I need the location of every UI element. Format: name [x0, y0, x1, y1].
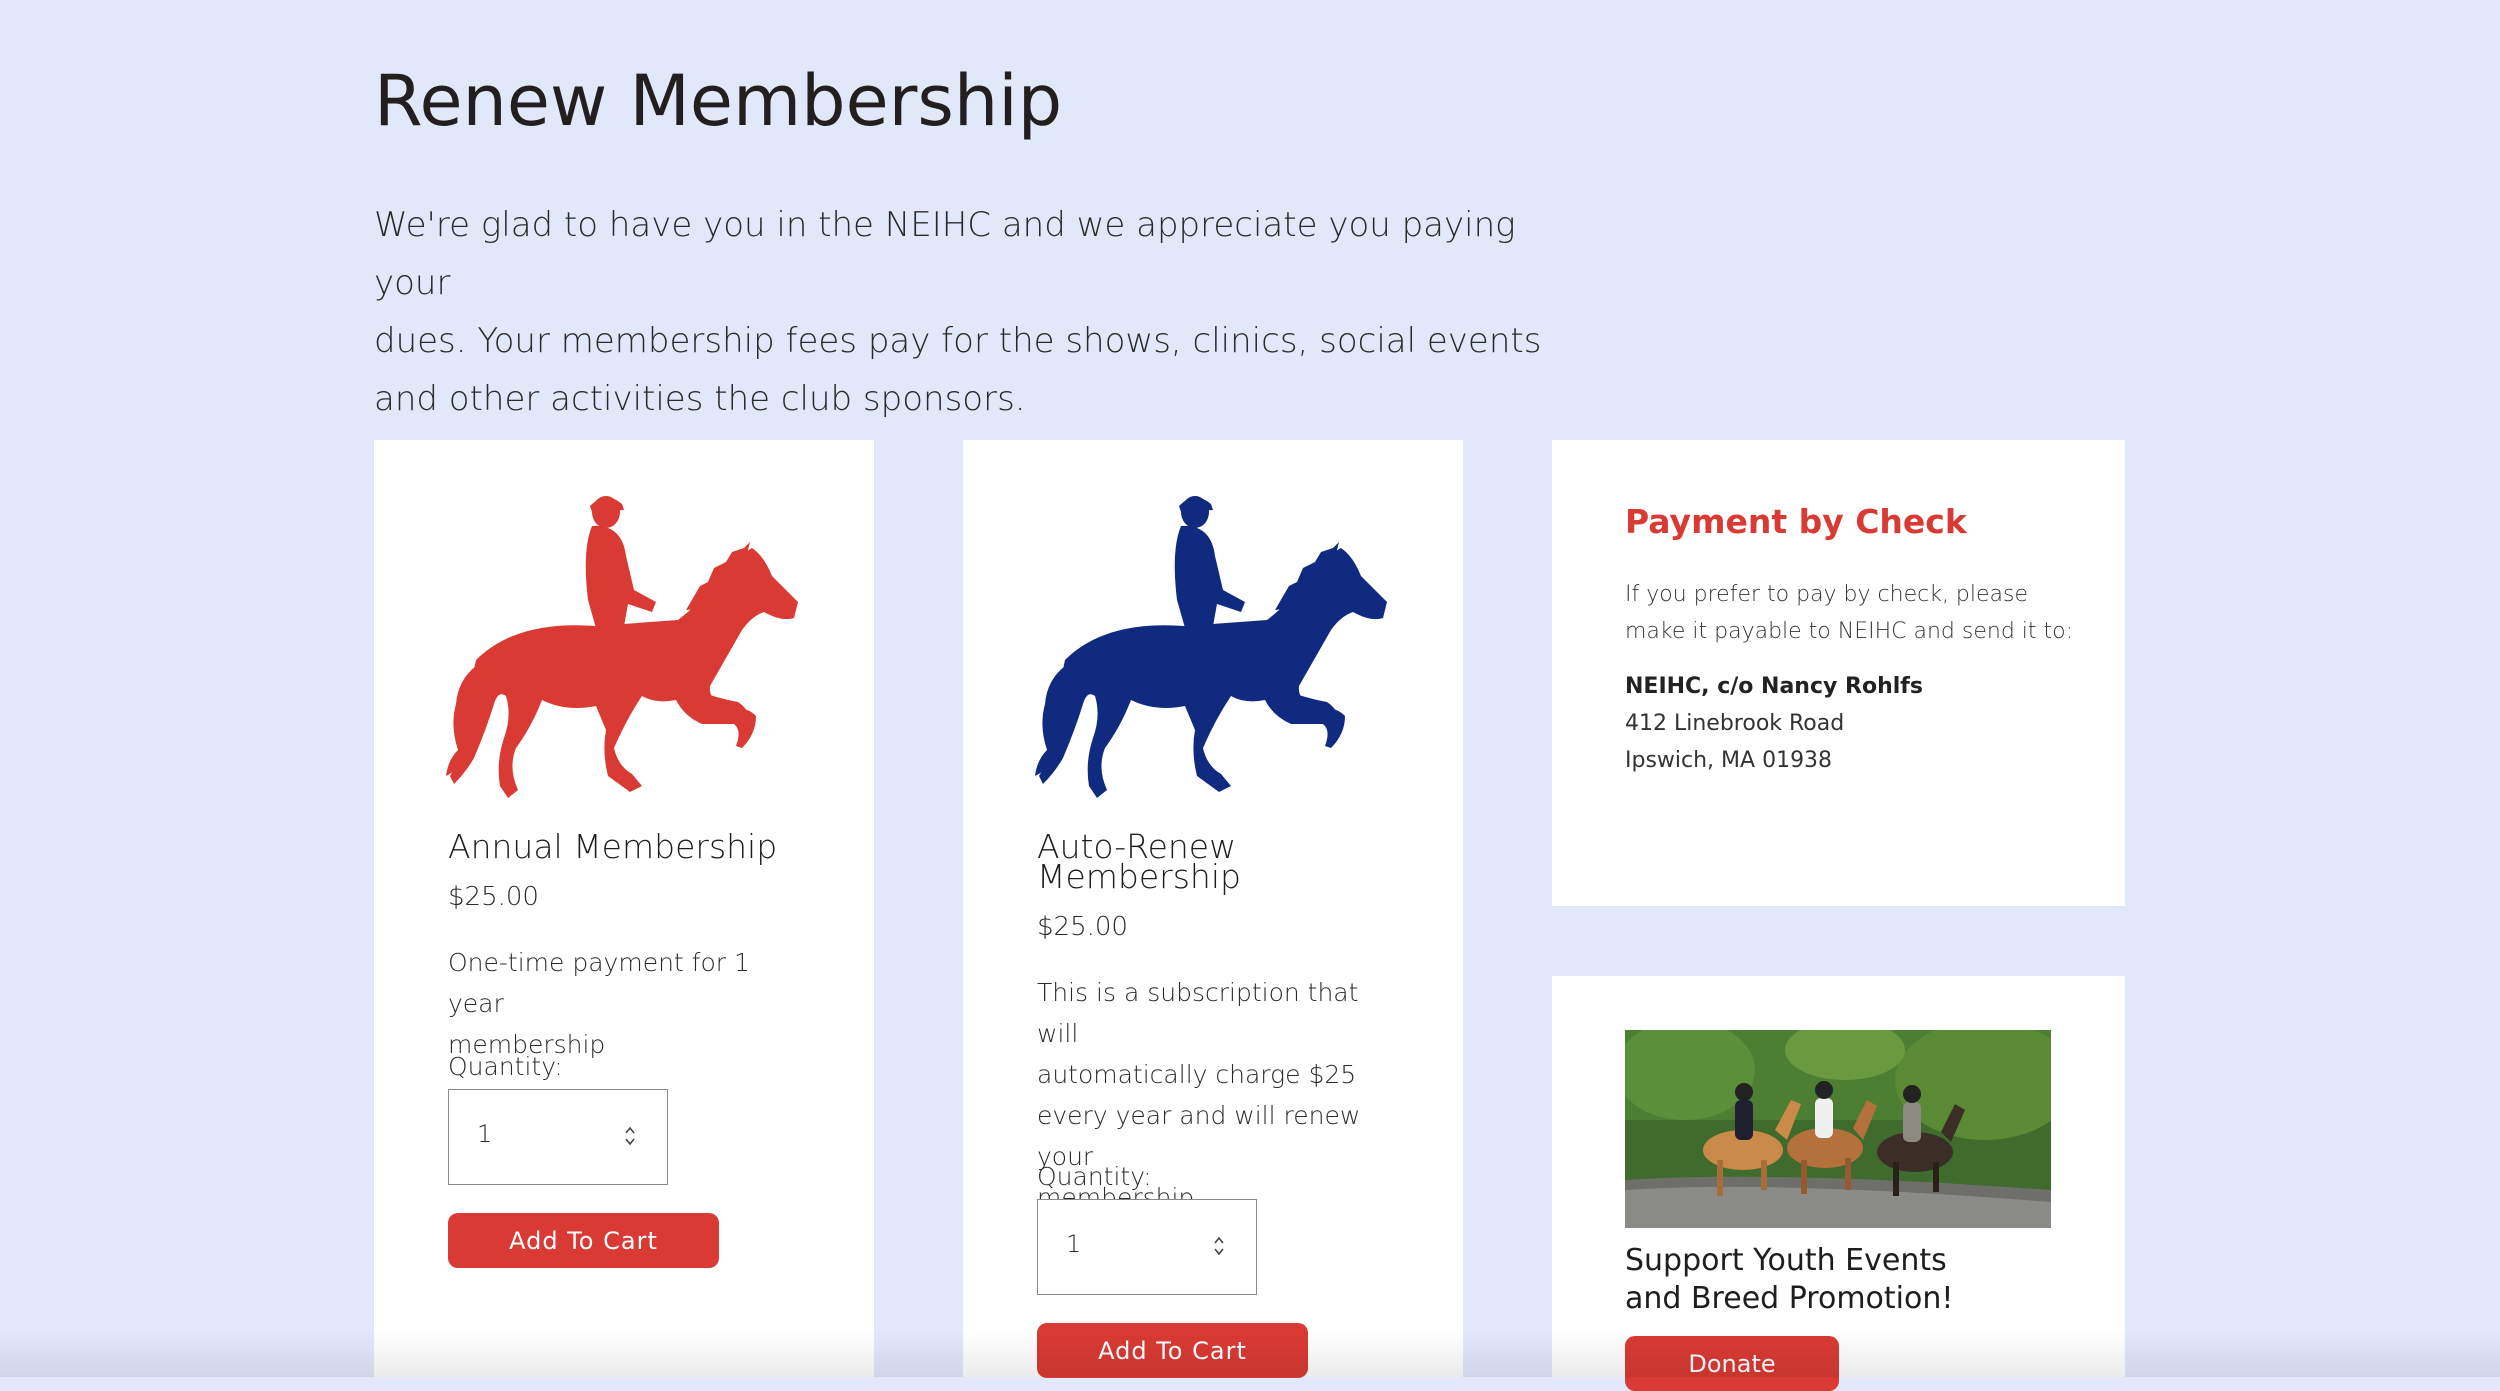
- donate-heading: Support Youth Events and Breed Promotion…: [1625, 1242, 2045, 1318]
- desc-line: This is a subscription that will: [1037, 978, 1359, 1048]
- donate-heading-line: and Breed Promotion!: [1625, 1281, 1954, 1316]
- intro-line-2: dues. Your membership fees pay for the s…: [374, 321, 1542, 361]
- stepper-arrows-icon[interactable]: [623, 1124, 637, 1148]
- product-description: One-time payment for 1 year membership: [448, 942, 808, 1065]
- product-title: Annual Membership: [448, 827, 778, 866]
- quantity-value: 1: [1066, 1230, 1082, 1258]
- address-name: NEIHC, c/o Nancy Rohlfs: [1625, 674, 1923, 699]
- quantity-value: 1: [477, 1120, 493, 1148]
- desc-line: automatically charge $25: [1037, 1060, 1357, 1089]
- check-text-line: If you prefer to pay by check, please: [1625, 582, 2029, 607]
- donate-button[interactable]: Donate: [1625, 1336, 1839, 1391]
- check-instructions: If you prefer to pay by check, please ma…: [1625, 576, 2075, 650]
- product-price: $25.00: [1037, 912, 1128, 942]
- intro-line-1: We're glad to have you in the NEIHC and …: [374, 205, 1516, 303]
- donate-card: Support Youth Events and Breed Promotion…: [1552, 976, 2125, 1391]
- donate-heading-line: Support Youth Events: [1625, 1243, 1947, 1278]
- quantity-label: Quantity:: [1037, 1162, 1152, 1191]
- page-title: Renew Membership: [374, 60, 1063, 142]
- desc-line: One-time payment for 1 year: [448, 948, 750, 1018]
- address-city: Ipswich, MA 01938: [1625, 748, 1833, 773]
- product-title: Auto-Renew Membership: [1037, 830, 1397, 893]
- product-price: $25.00: [448, 882, 539, 912]
- horse-rider-red-icon: [446, 496, 798, 798]
- auto-renew-membership-card: Auto-Renew Membership $25.00 This is a s…: [963, 440, 1463, 1378]
- product-title-line: Membership: [1037, 857, 1241, 896]
- quantity-stepper[interactable]: 1: [1037, 1199, 1257, 1295]
- quantity-stepper[interactable]: 1: [448, 1089, 668, 1185]
- quantity-label: Quantity:: [448, 1052, 563, 1081]
- intro-text: We're glad to have you in the NEIHC and …: [374, 196, 1564, 428]
- stepper-arrows-icon[interactable]: [1212, 1234, 1226, 1258]
- check-title: Payment by Check: [1625, 502, 1967, 541]
- add-to-cart-button[interactable]: Add To Cart: [448, 1213, 719, 1268]
- horse-rider-navy-icon: [1035, 496, 1387, 798]
- riders-photo: [1625, 1030, 2051, 1228]
- intro-line-3: and other activities the club sponsors.: [374, 379, 1026, 419]
- annual-membership-card: Annual Membership $25.00 One-time paymen…: [374, 440, 874, 1377]
- address-street: 412 Linebrook Road: [1625, 711, 1845, 736]
- add-to-cart-button[interactable]: Add To Cart: [1037, 1323, 1308, 1378]
- check-text-line: make it payable to NEIHC and send it to:: [1625, 619, 2074, 644]
- desc-line: every year and will renew your: [1037, 1101, 1361, 1171]
- payment-by-check-card: Payment by Check If you prefer to pay by…: [1552, 440, 2125, 906]
